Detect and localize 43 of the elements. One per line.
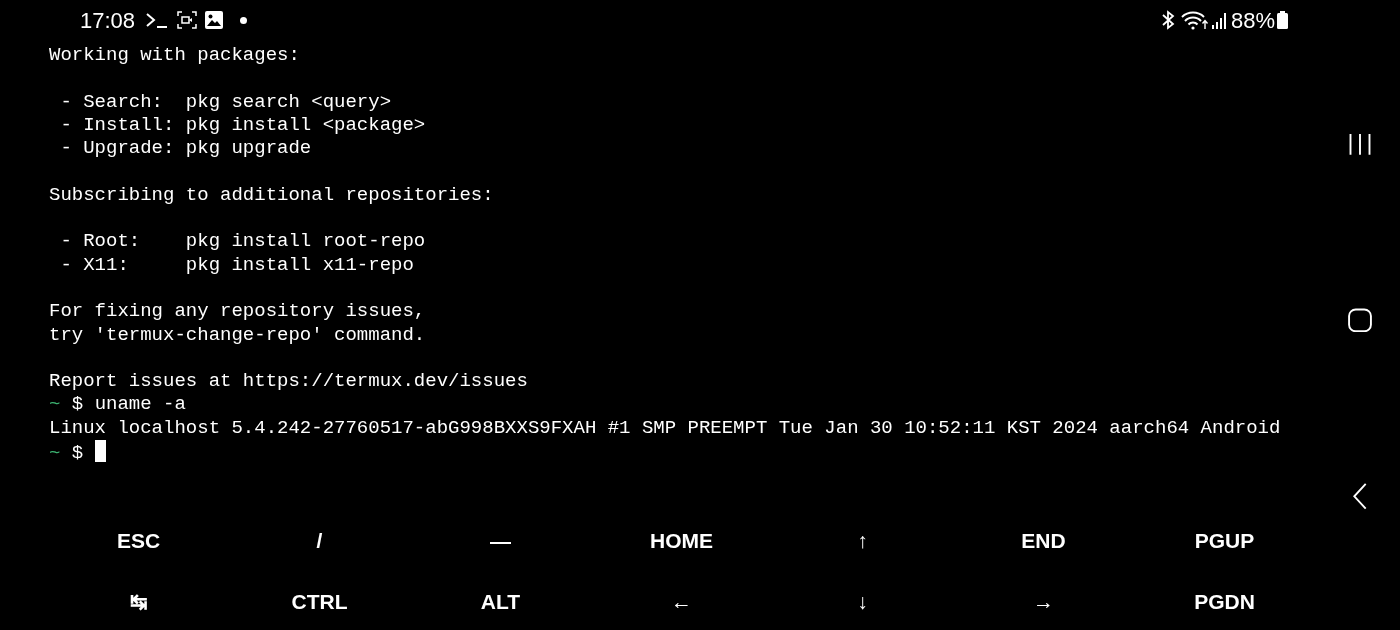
prompt-directory: ~ (49, 393, 61, 416)
extra-key[interactable]: ↓ (857, 585, 868, 618)
extra-key[interactable]: HOME (650, 524, 713, 557)
extra-key[interactable]: ↹ (129, 585, 148, 618)
recent-apps-icon[interactable] (1347, 132, 1373, 157)
extra-key[interactable]: → (1033, 585, 1054, 618)
output-line: Working with packages: (49, 44, 300, 66)
status-time: 17:08 (80, 6, 136, 35)
output-line: try 'termux-change-repo' command. (49, 323, 426, 346)
output-line: - Install: pkg install <package> (59, 113, 426, 136)
extra-key[interactable]: ALT (480, 585, 521, 618)
wifi-icon (1180, 10, 1209, 30)
extra-key[interactable]: END (1021, 524, 1066, 557)
back-icon[interactable] (1352, 483, 1368, 510)
signal-icon (1210, 10, 1227, 30)
extra-key[interactable]: — (490, 524, 511, 557)
battery-percent: 88% (1230, 6, 1275, 35)
output-line: - Upgrade: pkg upgrade (59, 137, 312, 160)
command-text: uname -a (94, 393, 186, 416)
notification-dot-icon (240, 16, 248, 24)
extra-key[interactable]: ↑ (857, 524, 868, 557)
home-icon[interactable] (1347, 307, 1373, 333)
extra-key[interactable]: / (316, 524, 323, 557)
output-line: For fixing any repository issues, (49, 300, 426, 323)
prompt-symbol: $ (71, 393, 84, 416)
image-icon (205, 11, 224, 29)
output-line: Report issues at https://termux.dev/issues (49, 370, 528, 393)
battery-icon (1277, 11, 1288, 29)
output-line: Subscribing to additional repositories: (49, 183, 494, 206)
bluetooth-icon (1160, 10, 1175, 30)
extra-key[interactable]: PGUP (1194, 524, 1255, 557)
output-line: - Root: pkg install root-repo (59, 230, 426, 253)
terminal-icon (145, 11, 170, 29)
extra-key[interactable]: PGDN (1194, 585, 1255, 618)
extra-key[interactable]: ESC (116, 524, 161, 557)
output-line: Linux localhost 5.4.242-27760517-abG998BXXS9FXAH #1 SMP PREEMPT Tue Jan 30 10:52:11 KST 2024 aarch64 Android (49, 416, 1281, 439)
prompt-directory: ~ (49, 442, 61, 465)
output-line: - Search: pkg search <query> (59, 90, 392, 113)
screen-record-icon (177, 11, 198, 29)
output-line: - X11: pkg install x11-repo (59, 253, 414, 276)
extra-key[interactable]: CTRL (291, 585, 348, 618)
prompt-symbol: $ (71, 442, 84, 465)
extra-key[interactable]: ← (671, 585, 692, 618)
